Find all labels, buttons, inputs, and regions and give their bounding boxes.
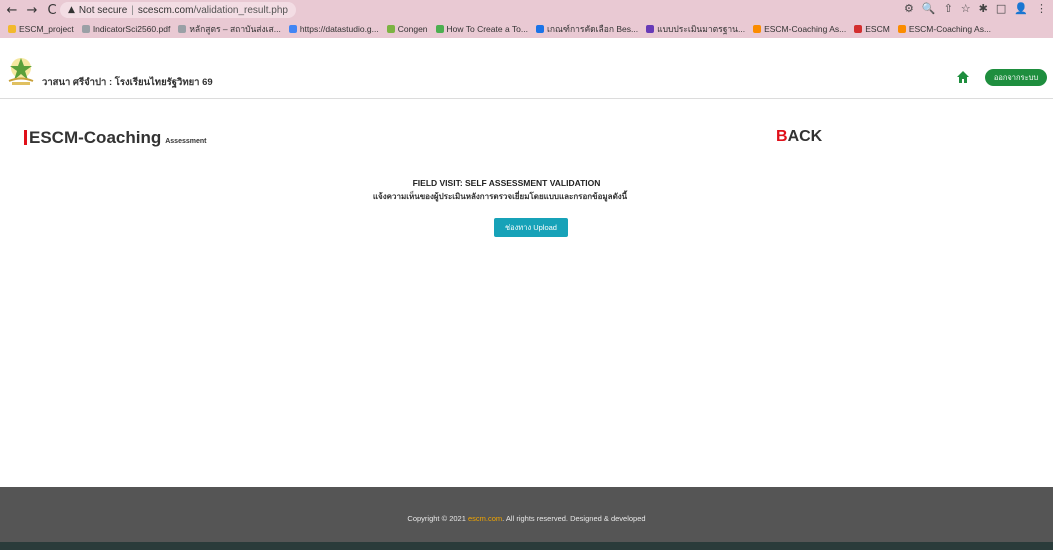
bookmark-favicon-icon: [288, 25, 297, 33]
back-link-rest: ACK: [787, 128, 823, 145]
bookmark-item[interactable]: เกณฑ์การคัดเลือก Bes...: [535, 22, 639, 36]
bookmark-item[interactable]: แบบประเมินมาตรฐาน...: [646, 22, 745, 36]
bookmark-label: เกณฑ์การคัดเลือก Bes...: [546, 24, 639, 34]
browser-actions: ⚙ 🔍 ⇧ ☆ ✱ □ 👤 ⋮: [904, 2, 1047, 15]
bookmark-label: IndicatorSci2560.pdf: [92, 24, 171, 34]
brand-name: ESCM-Coaching: [29, 128, 162, 147]
back-arrow-icon[interactable]: ←: [4, 2, 20, 18]
menu-icon[interactable]: ⋮: [1036, 2, 1047, 15]
bookmark-label: Congen: [397, 24, 428, 34]
bookmark-favicon-icon: [178, 25, 187, 33]
url-path: /validation_result.php: [193, 4, 288, 16]
reload-icon[interactable]: C: [44, 2, 60, 18]
extensions-icon[interactable]: ✱: [979, 2, 988, 15]
copyright-text: Copyright © 2021 escm.com. All rights re…: [0, 514, 1053, 523]
bookmark-item[interactable]: Congen: [386, 24, 428, 34]
bookmark-favicon-icon: [8, 25, 16, 33]
bookmark-label: How To Create a To...: [446, 24, 528, 34]
bookmark-item[interactable]: How To Create a To...: [435, 24, 528, 34]
bookmark-label: หลักสูตร – สถาบันส่งเส...: [189, 24, 281, 34]
site-header: วาสนา ศรีจำปา : โรงเรียนไทยรัฐวิทยา 69 อ…: [0, 58, 1053, 99]
bookmark-favicon-icon: [535, 25, 544, 33]
bookmark-item[interactable]: IndicatorSci2560.pdf: [81, 24, 171, 34]
page-title: FIELD VISIT: SELF ASSESSMENT VALIDATION: [412, 178, 601, 188]
zoom-icon[interactable]: 🔍: [922, 2, 936, 15]
sidepanel-icon[interactable]: □: [996, 2, 1006, 15]
warning-icon[interactable]: ▲: [68, 5, 75, 15]
copyright-suffix: . All rights reserved. Designed & develo…: [502, 514, 646, 523]
bookmark-label: ESCM-Coaching As...: [764, 24, 847, 34]
security-label: Not secure: [78, 4, 128, 16]
address-pill[interactable]: ▲ Not secure | scescm.com/validation_res…: [60, 2, 296, 18]
school-name: วาสนา ศรีจำปา : โรงเรียนไทยรัฐวิทยา 69: [42, 77, 213, 88]
logout-button[interactable]: ออกจากระบบ: [985, 69, 1047, 86]
bookmark-favicon-icon: [81, 25, 90, 33]
bookmark-label: ESCM: [865, 24, 890, 34]
bookmarks-bar: ESCM_project IndicatorSci2560.pdf หลักสูตร…: [0, 20, 1053, 38]
bookmark-label: ESCM-Coaching As...: [908, 24, 992, 34]
home-icon[interactable]: [956, 70, 970, 84]
copyright-prefix: Copyright © 2021: [407, 514, 466, 523]
upload-button[interactable]: ช่องทาง Upload: [494, 218, 568, 237]
back-link-first-letter: B: [776, 128, 788, 145]
school-logo-icon: [8, 58, 34, 85]
browser-chrome: ← → C ▲ Not secure | scescm.com/validati…: [0, 0, 1053, 38]
bookmark-favicon-icon: [753, 25, 762, 33]
bookmark-favicon-icon: [897, 25, 906, 33]
brand-title: ESCM-Coaching Assessment: [24, 128, 206, 148]
bookmark-label: ESCM_project: [19, 24, 74, 34]
bookmark-item[interactable]: ESCM-Coaching As...: [753, 24, 846, 34]
translate-icon[interactable]: ⚙: [904, 2, 914, 15]
brand-subtitle: Assessment: [165, 138, 207, 145]
back-link[interactable]: BACK: [776, 128, 822, 146]
bookmark-item[interactable]: https://datastudio.g...: [288, 24, 379, 34]
bookmark-label: แบบประเมินมาตรฐาน...: [657, 24, 746, 34]
bookmark-item[interactable]: ESCM: [854, 24, 890, 34]
page-instructions: แจ้งความเห็นของผู้ประเมินหลังการตรวจเยี่…: [372, 192, 628, 201]
footer-site-link[interactable]: escm.com: [468, 514, 502, 523]
address-separator: |: [131, 4, 134, 16]
bookmark-item[interactable]: ESCM-Coaching As...: [897, 24, 992, 34]
brand-accent-bar: [24, 130, 27, 145]
bookmark-item[interactable]: หลักสูตร – สถาบันส่งเส...: [178, 22, 281, 36]
footer: Copyright © 2021 escm.com. All rights re…: [0, 487, 1053, 542]
share-icon[interactable]: ⇧: [944, 2, 953, 15]
address-bar-row: ← → C ▲ Not secure | scescm.com/validati…: [0, 0, 1053, 20]
profile-icon[interactable]: 👤: [1014, 2, 1028, 15]
os-taskbar: [0, 542, 1053, 550]
forward-arrow-icon[interactable]: →: [24, 2, 40, 18]
bookmark-favicon-icon: [386, 25, 395, 33]
bookmark-item[interactable]: ESCM_project: [8, 24, 74, 34]
bookmark-star-icon[interactable]: ☆: [961, 2, 971, 15]
bookmark-favicon-icon: [646, 25, 655, 33]
address-bar[interactable]: ▲ Not secure | scescm.com/validation_res…: [60, 2, 960, 18]
bookmark-favicon-icon: [435, 25, 444, 33]
url-domain: scescm.com: [137, 4, 194, 16]
bookmark-label: https://datastudio.g...: [299, 24, 379, 34]
bookmark-favicon-icon: [854, 25, 863, 33]
